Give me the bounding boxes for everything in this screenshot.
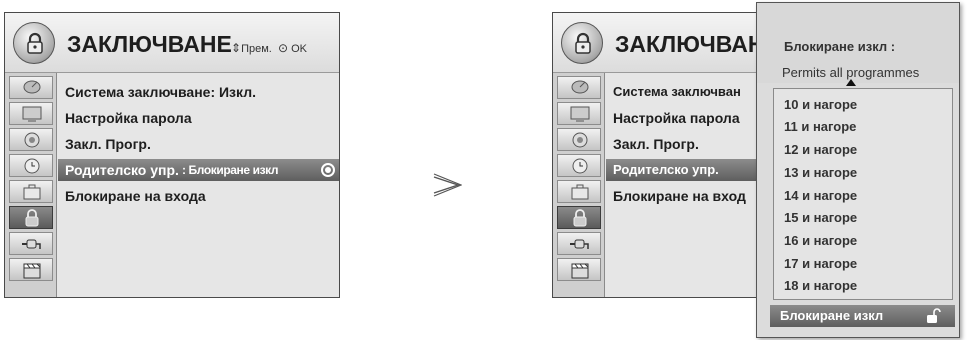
popup-description: Permits all programmes xyxy=(782,65,920,80)
popup-header: Блокиране изкл : Permits all programmes xyxy=(757,3,959,86)
monitor-icon xyxy=(22,106,42,122)
padlock-icon xyxy=(561,22,603,64)
category-input[interactable] xyxy=(557,232,601,255)
menu-item-set-password[interactable]: Настройка парола xyxy=(65,107,192,129)
menu-header: ЗАКЛЮЧВАНЕ ⇕Прем. ⊙ OK xyxy=(5,13,339,73)
category-icon-bar xyxy=(553,73,605,297)
menu-item-lock-system[interactable]: Система заключване: Изкл. xyxy=(65,81,256,103)
ok-circle-icon: ⊙ xyxy=(277,41,289,55)
category-picture[interactable] xyxy=(557,102,601,125)
selected-option-label: Блокиране изкл xyxy=(780,308,884,323)
four-way-arrow-icon: ⇕ xyxy=(231,41,242,55)
menu-item-set-password[interactable]: Настройка парола xyxy=(613,107,753,129)
speaker-icon xyxy=(572,132,588,148)
radio-selected-icon xyxy=(321,163,335,177)
category-audio[interactable] xyxy=(9,128,53,151)
parental-control-value: : Блокиране изкл xyxy=(182,163,279,177)
category-media[interactable] xyxy=(9,258,53,281)
menu-item-label: Родителско упр. xyxy=(65,162,179,178)
speaker-icon xyxy=(24,132,40,148)
film-clapper-icon xyxy=(23,263,41,279)
rating-option-15[interactable]: 15 и нагоре xyxy=(784,210,857,225)
rating-option-18[interactable]: 18 и нагоре xyxy=(784,278,857,293)
toolbox-icon xyxy=(23,184,41,200)
padlock-icon xyxy=(13,22,55,64)
rating-popup: Блокиране изкл : Permits all programmes … xyxy=(756,2,960,338)
move-hint-label: Прем. xyxy=(241,43,272,55)
category-satellite[interactable] xyxy=(557,76,601,99)
category-lock[interactable] xyxy=(557,206,601,229)
clock-icon xyxy=(572,158,588,174)
popup-title: Блокиране изкл : xyxy=(784,39,896,54)
rating-option-13[interactable]: 13 и нагоре xyxy=(784,165,857,180)
rating-option-10[interactable]: 10 и нагоре xyxy=(784,97,857,112)
connector-plug-icon xyxy=(570,239,589,249)
film-clapper-icon xyxy=(571,263,589,279)
ok-hint-label: OK xyxy=(291,43,307,55)
rating-option-17[interactable]: 17 и нагоре xyxy=(784,256,857,271)
toolbox-icon xyxy=(571,184,589,200)
menu-item-parental-control[interactable]: Родителско упр. xyxy=(606,159,756,181)
category-icon-bar xyxy=(5,73,57,297)
padlock-icon xyxy=(25,209,39,227)
category-picture[interactable] xyxy=(9,102,53,125)
lock-menu-panel-before: ЗАКЛЮЧВАНЕ ⇕Прем. ⊙ OK Система заключван… xyxy=(4,12,340,298)
unlocked-padlock-icon xyxy=(925,308,941,329)
menu-title: ЗАКЛЮЧВАНЕ xyxy=(67,31,232,57)
category-time[interactable] xyxy=(9,154,53,177)
clock-icon xyxy=(24,158,40,174)
menu-item-input-block[interactable]: Блокиране на входа xyxy=(65,185,206,207)
category-lock[interactable] xyxy=(9,206,53,229)
rating-option-14[interactable]: 14 и нагоре xyxy=(784,188,857,203)
category-media[interactable] xyxy=(557,258,601,281)
satellite-dish-icon xyxy=(571,80,589,94)
category-option[interactable] xyxy=(9,180,53,203)
menu-item-block-channel[interactable]: Закл. Прогр. xyxy=(65,133,151,155)
menu-item-input-block[interactable]: Блокиране на вход xyxy=(613,185,753,207)
nav-hint: ⇕Прем. ⊙ OK xyxy=(231,41,307,55)
rating-option-16[interactable]: 16 и нагоре xyxy=(784,233,857,248)
category-audio[interactable] xyxy=(557,128,601,151)
rating-option-11[interactable]: 11 и нагоре xyxy=(784,119,856,134)
monitor-icon xyxy=(570,106,590,122)
connector-plug-icon xyxy=(22,239,41,249)
padlock-icon xyxy=(573,209,587,227)
category-input[interactable] xyxy=(9,232,53,255)
transition-arrow-icon xyxy=(432,173,463,197)
menu-item-block-channel[interactable]: Закл. Прогр. xyxy=(613,133,753,155)
scroll-up-arrow-icon[interactable] xyxy=(846,79,856,86)
category-satellite[interactable] xyxy=(9,76,53,99)
satellite-dish-icon xyxy=(23,80,41,94)
menu-item-parental-control[interactable]: Родителско упр. : Блокиране изкл xyxy=(58,159,339,181)
category-option[interactable] xyxy=(557,180,601,203)
menu-item-lock-system[interactable]: Система заключван xyxy=(613,81,753,103)
category-time[interactable] xyxy=(557,154,601,177)
rating-option-12[interactable]: 12 и нагоре xyxy=(784,142,857,157)
rating-options-list: 10 и нагоре 11 и нагоре 12 и нагоре 13 и… xyxy=(773,88,953,300)
rating-option-block-off[interactable]: Блокиране изкл xyxy=(770,305,955,327)
